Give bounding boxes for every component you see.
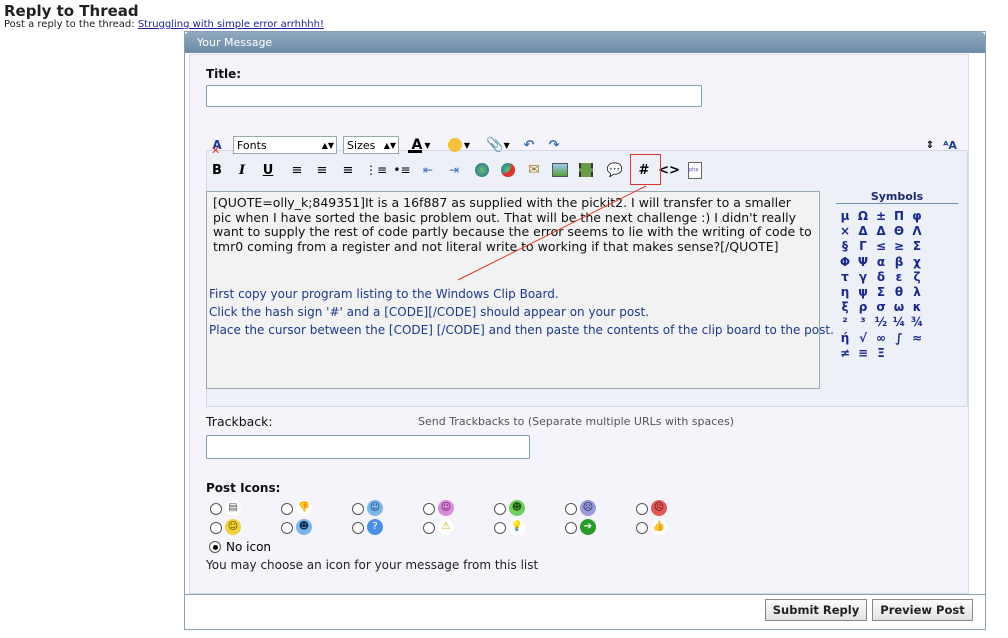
post-icon-warning-radio[interactable] bbox=[423, 522, 435, 534]
symbol-item[interactable]: ¾ bbox=[908, 315, 926, 330]
post-icon-thumbs-down-radio[interactable] bbox=[281, 503, 293, 515]
symbol-item[interactable]: § bbox=[836, 239, 854, 254]
post-icon-sad-icon: ☹ bbox=[580, 500, 596, 516]
post-icon-arrow-icon: ➔ bbox=[580, 519, 596, 535]
symbol-item[interactable]: γ bbox=[854, 270, 872, 285]
symbol-item[interactable]: ≈ bbox=[908, 331, 926, 346]
submit-reply-button[interactable]: Submit Reply bbox=[765, 599, 867, 621]
post-icon-grin-icon: ☻ bbox=[509, 500, 525, 516]
symbol-item[interactable]: Λ bbox=[908, 224, 926, 239]
symbol-item[interactable]: τ bbox=[836, 270, 854, 285]
post-icon-grin-radio[interactable] bbox=[494, 503, 506, 515]
symbol-item[interactable]: ± bbox=[872, 209, 890, 224]
trackback-label: Trackback: bbox=[206, 414, 273, 429]
symbol-item[interactable]: ω bbox=[890, 300, 908, 315]
symbols-grid: μ Ω ± Πφ × Δ Δ Θ Λ § Γ ≤ ≥ Σ Φ Ψα β χ τ γ δ ε ζ η ψ Σθ λ ξ ρ σ ω κ ² ³ ½ ¼ ¾… bbox=[836, 209, 926, 361]
symbol-item[interactable]: ≡ bbox=[854, 346, 872, 361]
post-icons-label: Post Icons: bbox=[206, 481, 281, 495]
post-icon-tongue-icon: ☺ bbox=[438, 500, 454, 516]
post-icon-smile-yellow-icon: ☺ bbox=[225, 519, 241, 535]
post-icon-document-icon: ▤ bbox=[225, 500, 241, 516]
post-icon-angry-icon: ☹ bbox=[651, 500, 667, 516]
icon-hint: You may choose an icon for your message … bbox=[206, 558, 539, 572]
no-icon-radio[interactable] bbox=[209, 541, 221, 553]
post-icon-arrow-radio[interactable] bbox=[565, 522, 577, 534]
post-icon-thumbs-up-icon: 👍 bbox=[651, 519, 667, 535]
trackback-hint: Send Trackbacks to (Separate multiple UR… bbox=[418, 415, 735, 428]
symbol-item[interactable]: ≤ bbox=[872, 239, 890, 254]
symbol-item[interactable]: ε bbox=[890, 270, 908, 285]
symbol-item[interactable]: Θ bbox=[890, 224, 908, 239]
symbol-item[interactable]: ≠ bbox=[836, 346, 854, 361]
symbol-item[interactable]: Ω bbox=[854, 209, 872, 224]
post-icon-document-radio[interactable] bbox=[210, 503, 222, 515]
symbol-item[interactable]: ρ bbox=[854, 300, 872, 315]
symbol-item[interactable]: Δ bbox=[854, 224, 872, 239]
symbol-item[interactable]: Ξ bbox=[872, 346, 890, 361]
symbol-item[interactable]: ή bbox=[836, 331, 854, 346]
symbol-item[interactable]: ∫ bbox=[890, 331, 908, 346]
symbol-item[interactable]: ξ bbox=[836, 300, 854, 315]
symbol-item[interactable]: ² bbox=[836, 315, 854, 330]
symbol-item[interactable]: ½ bbox=[872, 315, 890, 330]
trackback-input[interactable] bbox=[206, 435, 530, 459]
preview-post-button[interactable]: Preview Post bbox=[872, 599, 973, 621]
symbol-item[interactable]: Π bbox=[890, 209, 908, 224]
symbol-item[interactable]: δ bbox=[872, 270, 890, 285]
post-icon-tongue-radio[interactable] bbox=[423, 503, 435, 515]
post-icon-warning-icon: ⚠ bbox=[438, 519, 454, 535]
post-icon-thumbs-up-radio[interactable] bbox=[636, 522, 648, 534]
symbol-item[interactable]: ≥ bbox=[890, 239, 908, 254]
post-icon-lightbulb-icon: 💡 bbox=[509, 519, 525, 535]
post-icon-lightbulb-radio[interactable] bbox=[494, 522, 506, 534]
symbol-item[interactable]: ∞ bbox=[872, 331, 890, 346]
post-icon-smile-yellow-radio[interactable] bbox=[210, 522, 222, 534]
no-icon-label: No icon bbox=[226, 540, 272, 554]
symbol-item[interactable]: Σ bbox=[908, 239, 926, 254]
symbol-item[interactable]: φ bbox=[908, 209, 926, 224]
symbol-item[interactable]: α bbox=[872, 255, 890, 270]
post-icon-question-icon: ? bbox=[367, 519, 383, 535]
symbol-item[interactable]: Σ bbox=[872, 285, 890, 300]
symbol-item[interactable]: μ bbox=[836, 209, 854, 224]
symbol-item[interactable]: ³ bbox=[854, 315, 872, 330]
post-icon-cool-radio[interactable] bbox=[281, 522, 293, 534]
symbol-item[interactable]: ψ bbox=[854, 285, 872, 300]
post-icon-cool-icon: ☻ bbox=[296, 519, 312, 535]
symbol-item[interactable]: × bbox=[836, 224, 854, 239]
post-icon-angry-radio[interactable] bbox=[636, 503, 648, 515]
symbol-item[interactable]: Γ bbox=[854, 239, 872, 254]
symbol-item[interactable]: σ bbox=[872, 300, 890, 315]
symbol-item[interactable]: ¼ bbox=[890, 315, 908, 330]
post-icon-question-radio[interactable] bbox=[352, 522, 364, 534]
symbol-item[interactable]: Δ bbox=[872, 224, 890, 239]
symbol-item[interactable]: β bbox=[890, 255, 908, 270]
post-icon-thumbs-down-icon: 👎 bbox=[296, 500, 312, 516]
symbol-item[interactable]: √ bbox=[854, 331, 872, 346]
symbol-item[interactable]: Ψ bbox=[854, 255, 872, 270]
symbol-item[interactable]: ζ bbox=[908, 270, 926, 285]
symbol-item[interactable]: Φ bbox=[836, 255, 854, 270]
post-icon-smile-blue-radio[interactable] bbox=[352, 503, 364, 515]
symbol-item[interactable]: λ bbox=[908, 285, 926, 300]
post-icon-sad-radio[interactable] bbox=[565, 503, 577, 515]
post-icon-smile-blue-icon: ☺ bbox=[367, 500, 383, 516]
symbol-item[interactable]: χ bbox=[908, 255, 926, 270]
symbol-item[interactable]: κ bbox=[908, 300, 926, 315]
symbol-item[interactable]: η bbox=[836, 285, 854, 300]
symbol-item[interactable]: θ bbox=[890, 285, 908, 300]
symbols-title: Symbols bbox=[836, 190, 958, 204]
